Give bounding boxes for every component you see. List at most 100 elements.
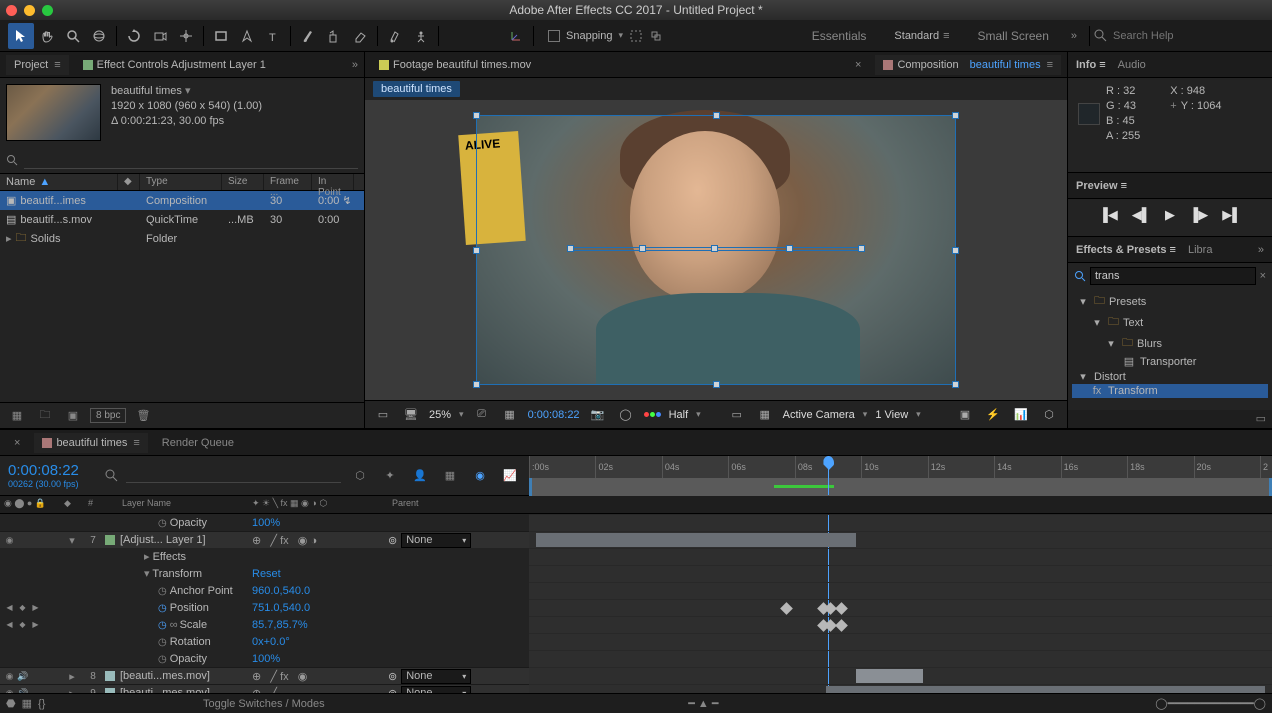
effect-item[interactable]: fxTransform [1072,384,1268,398]
motion-blur-icon[interactable]: ◉ [469,465,491,487]
magnification-icon[interactable]: ▭ [373,408,393,421]
composition-tab[interactable]: Composition beautiful times ≡ [875,55,1061,75]
brackets-icon[interactable]: {} [38,698,45,710]
current-time[interactable]: 0:00:08:22 [528,409,580,421]
timeline-tracks[interactable] [529,514,1272,693]
snapshot-icon[interactable]: 📷 [588,408,608,421]
close-timeline-tab[interactable]: × [6,433,28,453]
comp-mini-flowchart-icon[interactable]: ⬡ [349,465,371,487]
pickwhip-icon[interactable]: ⊚ [388,670,397,683]
workspace-essentials[interactable]: Essentials [798,29,881,43]
layer-outline[interactable]: ◷Opacity100% ◉▾7[Adjust... Layer 1]⊕ ╱ f… [0,514,529,693]
timecode[interactable]: 0:00:08:22 [8,462,79,479]
help-search[interactable] [1094,29,1264,42]
time-ruler[interactable]: :00s02s 04s06s 08s10s 12s14s 16s18s 20s2 [529,456,1272,495]
clear-search-icon[interactable]: × [1260,270,1266,282]
clone-tool[interactable] [321,23,347,49]
anchor-tool[interactable] [173,23,199,49]
view-layout[interactable]: 1 View [875,409,908,421]
project-search[interactable] [24,151,358,169]
toggle-switches-icon[interactable]: ⬣ [6,697,16,710]
close-tab[interactable]: × [847,55,869,75]
eraser-tool[interactable] [347,23,373,49]
stopwatch-icon[interactable]: ◷ [158,603,167,614]
add-kf-icon[interactable]: ◆ [17,603,28,612]
grid-icon[interactable]: ▦ [755,408,775,421]
layer-row[interactable]: ◉▾7[Adjust... Layer 1]⊕ ╱ fx ◉ ◑⊚None▾ [0,531,529,548]
timeline-icon[interactable]: 📊 [1011,408,1031,421]
active-camera[interactable]: Active Camera [783,409,855,421]
render-queue-tab[interactable]: Render Queue [154,433,242,453]
hand-tool[interactable] [34,23,60,49]
stopwatch-icon[interactable]: ◷ [158,586,167,597]
parent-dropdown[interactable]: None▾ [401,669,471,684]
puppet-tool[interactable] [408,23,434,49]
selection-tool[interactable] [8,23,34,49]
visibility-icon[interactable]: ◉ [4,671,15,682]
roto-tool[interactable] [382,23,408,49]
project-row[interactable]: ▤beautif...s.mov QuickTime...MB 300:00 [0,210,364,229]
text-tool[interactable]: T [260,23,286,49]
audio-tab[interactable]: Audio [1118,59,1146,71]
new-folder-icon[interactable]: 🗀 [34,407,56,425]
timeline-search[interactable] [126,469,341,483]
zoom-tool[interactable] [60,23,86,49]
shy-icon[interactable]: 👤 [409,465,431,487]
stopwatch-icon[interactable]: ◷ [158,518,167,529]
toggle-switches-modes[interactable]: Toggle Switches / Modes [51,698,476,710]
pickwhip-icon[interactable]: ⊚ [388,534,397,547]
timeline-tab[interactable]: beautiful times≡ [34,433,147,453]
prev-kf-icon[interactable]: ◀ [4,603,15,612]
snapping-toggle[interactable]: Snapping ▾ [548,29,663,43]
play-icon[interactable]: ▶ [1165,207,1175,223]
fast-preview-icon[interactable]: ⎚ [472,408,492,421]
stopwatch-icon[interactable]: ◷ [158,654,167,665]
last-frame-icon[interactable]: ▶▌ [1222,207,1241,223]
effects-search-input[interactable] [1090,267,1256,285]
rotation-tool[interactable] [121,23,147,49]
new-bin-icon[interactable]: ▭ [1256,412,1266,426]
breadcrumb[interactable]: beautiful times [373,81,460,97]
timeline-search-icon[interactable] [105,469,118,482]
effects-presets-tab[interactable]: Effects & Presets ≡ [1076,244,1176,256]
toggle-transparency-icon[interactable]: ▦ [22,697,32,710]
audio-icon[interactable]: 🔊 [17,671,28,682]
help-search-input[interactable] [1113,30,1233,42]
info-tab[interactable]: Info ≡ [1076,59,1106,71]
snapping-checkbox[interactable] [548,30,560,42]
draft-3d-icon[interactable]: ✦ [379,465,401,487]
playhead[interactable] [828,456,829,495]
display-icon[interactable]: 🖥 [401,408,421,421]
composition-viewer[interactable] [365,100,1067,400]
fast-preview-icon[interactable]: ⚡ [983,408,1003,421]
next-kf-icon[interactable]: ▶ [30,603,41,612]
project-item-list[interactable]: Name ▲◆ TypeSize Frame ...In Point ▣beau… [0,173,364,402]
workspace-standard[interactable]: Standard≡ [880,30,963,42]
panel-overflow[interactable]: » [1258,244,1264,256]
frame-blend-icon[interactable]: ▦ [439,465,461,487]
flowchart-icon[interactable]: ⬡ [1039,408,1059,421]
next-frame-icon[interactable]: ▐▶ [1189,207,1208,223]
libraries-tab[interactable]: Libra [1188,244,1212,256]
stopwatch-icon[interactable]: ◷ [158,620,167,631]
footage-tab[interactable]: Footage beautiful times.mov [371,55,539,75]
interpret-footage-icon[interactable]: ▦ [6,407,28,425]
graph-editor-icon[interactable]: 📈 [499,465,521,487]
layer-row[interactable]: ◉🔊▸8[beauti...mes.mov]⊕ ╱ fx ◉⊚None▾ [0,667,529,684]
workspace-small[interactable]: Small Screen [964,29,1063,43]
axis-icon[interactable] [503,23,529,49]
project-bit-depth[interactable]: 8 bpc [90,408,126,423]
parent-dropdown[interactable]: None▾ [401,533,471,548]
pen-tool[interactable] [234,23,260,49]
project-row[interactable]: ▸🗀Solids Folder [0,229,364,248]
panel-overflow[interactable]: » [352,59,358,71]
prev-frame-icon[interactable]: ◀▌ [1132,207,1151,223]
new-comp-icon[interactable]: ▣ [62,407,84,425]
first-frame-icon[interactable]: ▐◀ [1099,207,1118,223]
effects-tree[interactable]: ▾🗀Presets ▾🗀Text ▾🗀Blurs ▤Transporter ▾D… [1068,289,1272,400]
preview-tab[interactable]: Preview ≡ [1076,180,1127,192]
layer-row[interactable]: ◉🔊▸9[beauti...mes.mov]⊕ ╱⊚None▾ [0,684,529,693]
project-tab[interactable]: Project≡ [6,55,69,75]
stopwatch-icon[interactable]: ◷ [158,637,167,648]
workspace-overflow[interactable]: » [1063,30,1085,42]
